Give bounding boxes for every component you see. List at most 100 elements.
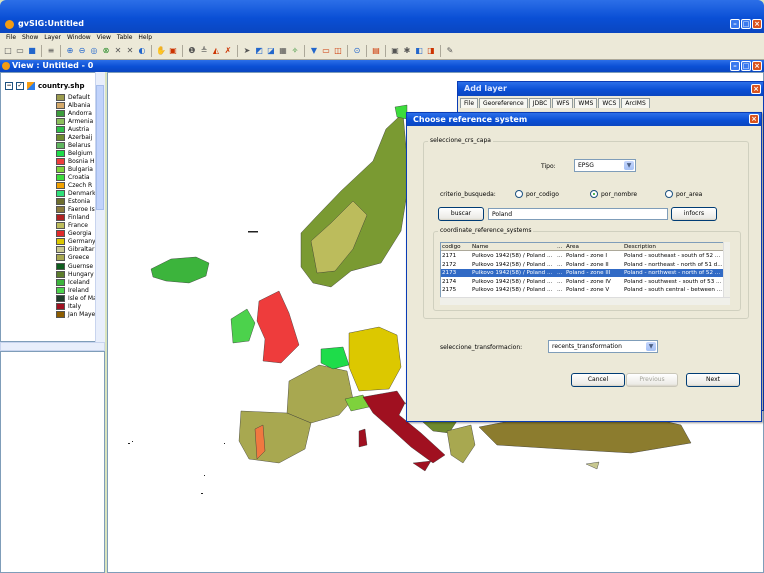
menu-help[interactable]: Help <box>135 33 155 42</box>
pan-icon[interactable]: ✋ <box>156 46 166 56</box>
country-sardinia[interactable] <box>358 428 368 448</box>
column-header-description[interactable]: Description <box>623 243 723 251</box>
hyperlink-icon[interactable]: ✗ <box>223 46 233 56</box>
country-greece[interactable] <box>446 424 476 464</box>
edit-icon[interactable]: ✎ <box>445 46 455 56</box>
table-horizontal-scrollbar[interactable] <box>440 297 730 305</box>
new-file-icon[interactable]: □ <box>3 46 13 56</box>
configure-icon[interactable]: ✱ <box>402 46 412 56</box>
table-row[interactable]: 2172 Pulkovo 1942(58) / Poland ...... Pola… <box>441 261 724 269</box>
radio-por-area[interactable]: por_area <box>665 190 702 198</box>
filter-icon[interactable]: ▼ <box>309 46 319 56</box>
table-icon[interactable]: ▤ <box>371 46 381 56</box>
country-germany[interactable] <box>348 326 402 392</box>
select-rectangle-icon[interactable]: ◩ <box>254 46 264 56</box>
chevron-down-icon[interactable]: ▼ <box>624 161 634 170</box>
view-title-bar[interactable]: View : Untitled - 0 – □ × <box>0 60 764 72</box>
tab-wcs[interactable]: WCS <box>598 98 621 108</box>
collapse-icon[interactable]: − <box>5 82 13 90</box>
previous-button[interactable]: Previous <box>626 373 678 387</box>
save-icon[interactable]: ■ <box>27 46 37 56</box>
country-sicily[interactable] <box>412 460 432 472</box>
radio-circle[interactable] <box>665 190 673 198</box>
layout-icon[interactable]: ◧ <box>414 46 424 56</box>
invert-selection-icon[interactable]: ✧ <box>290 46 300 56</box>
add-layer-title-bar[interactable]: Add layer × <box>458 82 763 96</box>
radio-circle-selected[interactable] <box>590 190 598 198</box>
toc-horizontal-scrollbar[interactable] <box>0 342 105 351</box>
close-icon[interactable]: × <box>749 114 759 124</box>
country-cyprus[interactable] <box>585 461 600 470</box>
country-benelux[interactable] <box>320 346 350 370</box>
zoom-out-icon[interactable]: ⊖ <box>77 46 87 56</box>
country-iceland[interactable] <box>150 256 210 284</box>
cancel-button[interactable]: Cancel <box>571 373 625 387</box>
crs-dialog-title-bar[interactable]: Choose reference system × <box>407 113 761 126</box>
search-icon[interactable]: ⊙ <box>352 46 362 56</box>
tab-wms[interactable]: WMS <box>574 98 598 108</box>
close-icon[interactable]: × <box>752 61 762 71</box>
measure-area-icon[interactable]: ◭ <box>211 46 221 56</box>
tab-arcims[interactable]: ArcIMS <box>621 98 650 108</box>
table-row[interactable]: 2175 Pulkovo 1942(58) / Poland ...... Pola… <box>441 286 724 294</box>
menu-window[interactable]: Window <box>64 33 94 42</box>
app-title-bar[interactable]: gvSIG:Untitled – □ × <box>0 0 764 33</box>
column-header-more[interactable]: ... <box>556 243 565 251</box>
country-ireland[interactable] <box>230 308 256 344</box>
clear-selection-icon[interactable]: ▭ <box>321 46 331 56</box>
radio-por-nombre[interactable]: por_nombre <box>590 190 637 198</box>
graphic-select-icon[interactable]: ◫ <box>333 46 343 56</box>
tipo-select[interactable]: EPSG ▼ <box>574 159 636 172</box>
menu-view[interactable]: View <box>94 33 114 42</box>
crs-table[interactable]: codigo Name ... Area Description 2171 Pul… <box>440 242 730 305</box>
transform-select[interactable]: recents_transformation ▼ <box>548 340 658 353</box>
table-vertical-scrollbar[interactable] <box>723 242 730 297</box>
menu-layer[interactable]: Layer <box>41 33 64 42</box>
search-input[interactable]: Poland <box>488 208 668 220</box>
toc-scroll-thumb[interactable] <box>96 85 104 210</box>
open-folder-icon[interactable]: ▭ <box>15 46 25 56</box>
select-pointer-icon[interactable]: ➤ <box>242 46 252 56</box>
maximize-icon[interactable]: □ <box>741 61 751 71</box>
menu-file[interactable]: File <box>3 33 19 42</box>
radio-por-codigo[interactable]: por_codigo <box>515 190 559 198</box>
zoom-in-icon[interactable]: ⊕ <box>65 46 75 56</box>
measure-distance-icon[interactable]: ≜ <box>199 46 209 56</box>
country-spain[interactable] <box>238 410 312 464</box>
tab-georeference[interactable]: Georeference <box>479 98 528 108</box>
chevron-down-icon[interactable]: ▼ <box>646 342 656 351</box>
layer-name[interactable]: country.shp <box>38 82 84 90</box>
table-row[interactable]: 2173 Pulkovo 1942(58) / Poland ...... Pola… <box>441 269 724 277</box>
info-icon[interactable]: ❶ <box>187 46 197 56</box>
print-icon[interactable]: ◨ <box>426 46 436 56</box>
zoom-select-icon[interactable]: ✕ <box>125 46 135 56</box>
add-layer-icon[interactable]: ≡ <box>46 46 56 56</box>
search-button[interactable]: buscar <box>438 207 484 221</box>
radio-circle[interactable] <box>515 190 523 198</box>
locator-icon[interactable]: ▣ <box>168 46 178 56</box>
minimize-icon[interactable]: – <box>730 61 740 71</box>
tab-wfs[interactable]: WFS <box>552 98 574 108</box>
minimize-icon[interactable]: – <box>730 19 740 29</box>
menu-table[interactable]: Table <box>114 33 136 42</box>
column-header-codigo[interactable]: codigo <box>441 243 470 251</box>
zoom-previous-icon[interactable]: ◐ <box>137 46 147 56</box>
tab-file[interactable]: File <box>460 98 479 108</box>
country-france[interactable] <box>286 364 354 424</box>
table-row[interactable]: 2171 Pulkovo 1942(58) / Poland ...... Pola… <box>441 252 724 260</box>
menu-show[interactable]: Show <box>19 33 41 42</box>
table-row[interactable]: 2174 Pulkovo 1942(58) / Poland ...... Pola… <box>441 278 724 286</box>
next-button[interactable]: Next <box>686 373 740 387</box>
close-icon[interactable]: × <box>752 19 762 29</box>
zoom-window-icon[interactable]: ◎ <box>89 46 99 56</box>
select-layer-icon[interactable]: ▦ <box>278 46 288 56</box>
select-polygon-icon[interactable]: ◪ <box>266 46 276 56</box>
column-header-name[interactable]: Name <box>471 243 556 251</box>
infocrs-button[interactable]: infocrs <box>671 207 717 221</box>
maximize-icon[interactable]: □ <box>741 19 751 29</box>
grid-icon[interactable]: ▣ <box>390 46 400 56</box>
close-icon[interactable]: × <box>751 84 761 94</box>
zoom-layer-icon[interactable]: ✕ <box>113 46 123 56</box>
tab-jdbc[interactable]: JDBC <box>528 98 552 108</box>
zoom-all-icon[interactable]: ⊗ <box>101 46 111 56</box>
